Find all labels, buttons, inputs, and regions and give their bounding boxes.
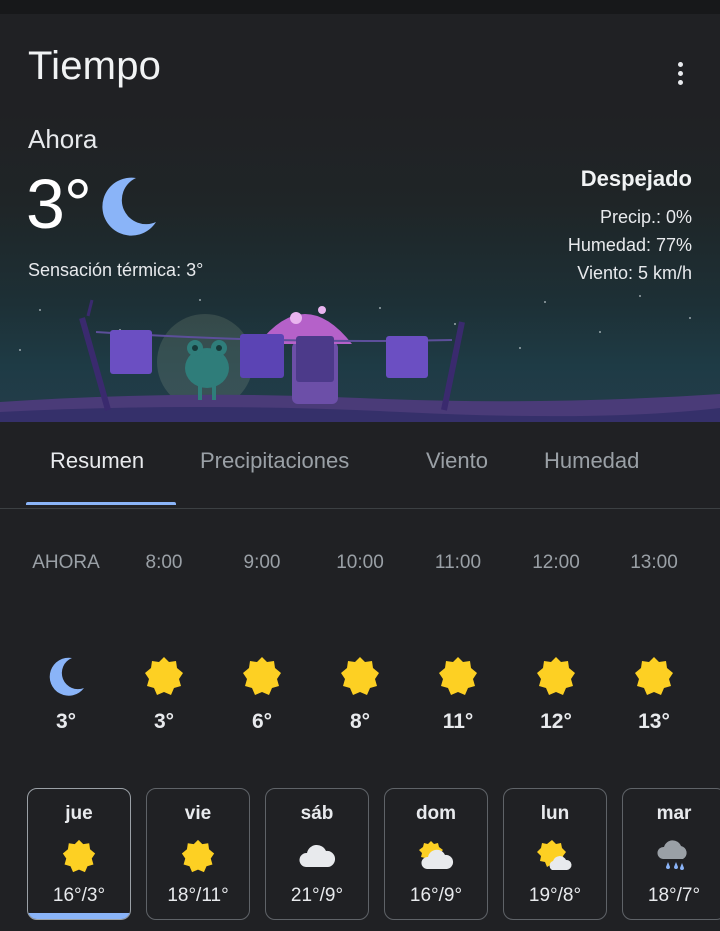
day-card-vie[interactable]: vie 18°/11° xyxy=(146,788,250,920)
day-card-mar[interactable]: mar 18°/7° xyxy=(622,788,720,920)
moon-icon xyxy=(102,177,156,236)
hour-time: 9:00 xyxy=(243,552,281,573)
day-card-sab[interactable]: sáb 21°/9° xyxy=(265,788,369,920)
day-name: mar xyxy=(656,803,692,824)
sun-icon xyxy=(605,656,703,698)
precip-detail: Precip.: 0% xyxy=(599,207,692,227)
day-temperatures: 18°/11° xyxy=(167,885,229,906)
night-scene-illustration xyxy=(0,295,720,422)
hour-temperature: 6° xyxy=(251,710,273,733)
sun-icon xyxy=(311,656,409,698)
sun-icon xyxy=(409,656,507,698)
sun-icon xyxy=(213,656,311,698)
sun-icon xyxy=(147,839,249,875)
day-name: jue xyxy=(65,803,93,824)
tab-humedad[interactable]: Humedad xyxy=(544,448,639,474)
rain-icon xyxy=(623,839,720,875)
sun-icon xyxy=(115,656,213,698)
condition-label: Despejado xyxy=(580,166,692,191)
day-card-jue[interactable]: jue 16°/3° xyxy=(27,788,131,920)
feels-like: Sensación térmica: 3° xyxy=(28,260,204,280)
current-weather-panel: Ahora 3° Sensación térmica: 3° Despejado… xyxy=(0,110,720,422)
partly-cloudy-icon xyxy=(385,839,487,875)
hour-temperature: 11° xyxy=(442,710,474,733)
selected-day-indicator xyxy=(28,913,130,919)
hour-time: 11:00 xyxy=(434,552,482,573)
hour-time: 8:00 xyxy=(145,552,183,573)
status-bar-strip xyxy=(0,0,720,14)
hour-temperature: 12° xyxy=(540,710,572,733)
hour-temperature: 3° xyxy=(153,710,175,733)
hour-temperature: 8° xyxy=(349,710,371,733)
day-name: lun xyxy=(540,803,570,824)
now-label: Ahora xyxy=(28,124,98,154)
day-temperatures: 16°/9° xyxy=(409,885,463,906)
cloud-icon xyxy=(266,839,368,875)
current-temperature: 3° xyxy=(26,165,92,243)
day-temperatures: 16°/3° xyxy=(52,885,106,906)
hour-time: AHORA xyxy=(32,552,100,573)
tab-precipitaciones[interactable]: Precipitaciones xyxy=(200,448,349,474)
day-temperatures: 21°/9° xyxy=(290,885,344,906)
more-options-icon[interactable] xyxy=(664,56,696,92)
day-temperatures: 18°/7° xyxy=(647,885,701,906)
sun-icon xyxy=(507,656,605,698)
day-temperatures: 19°/8° xyxy=(528,885,582,906)
sun-icon xyxy=(28,839,130,875)
hour-time: 13:00 xyxy=(630,552,678,573)
partly-cloudy-icon xyxy=(504,839,606,875)
tab-bar: Resumen Precipitaciones Viento Humedad xyxy=(0,422,720,509)
day-name: dom xyxy=(415,803,457,824)
hour-time: 12:00 xyxy=(532,552,580,573)
hour-temperature: 3° xyxy=(55,710,77,733)
hour-time: 10:00 xyxy=(336,552,384,573)
day-name: vie xyxy=(184,803,212,824)
wind-detail: Viento: 5 km/h xyxy=(577,263,692,283)
day-name: sáb xyxy=(300,803,334,824)
selected-tab-indicator xyxy=(26,502,176,505)
day-card-lun[interactable]: lun 19°/8° xyxy=(503,788,607,920)
page-title: Tiempo xyxy=(28,44,162,88)
moon-icon xyxy=(17,656,115,698)
tab-viento[interactable]: Viento xyxy=(426,448,488,474)
tab-resumen[interactable]: Resumen xyxy=(50,448,144,474)
humidity-detail: Humedad: 77% xyxy=(567,235,692,255)
hour-temperature: 13° xyxy=(638,710,670,733)
day-card-dom[interactable]: dom 16°/9° xyxy=(384,788,488,920)
